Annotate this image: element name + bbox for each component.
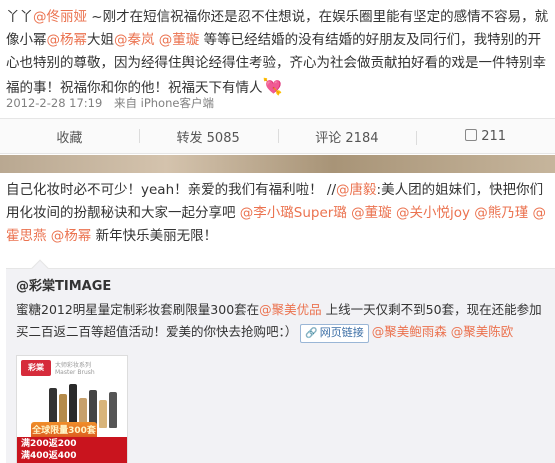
ad-subtitle: 大师彩妆系列 Master Brush bbox=[55, 362, 95, 376]
ad-offer: 满200返200 满400返400 bbox=[17, 437, 127, 463]
link-label: 网页链接 bbox=[319, 326, 364, 339]
like-icon bbox=[465, 128, 478, 141]
text-segment: 自己化妆时必不可少！yeah！亲爱的我们有福利啦！ // bbox=[6, 182, 337, 198]
action-bar: 收藏 转发 5085 评论 2184 211 bbox=[0, 118, 555, 154]
partial-photo bbox=[0, 155, 555, 173]
repost-author[interactable]: @彩棠TIMAGE bbox=[16, 275, 111, 294]
text-segment: 丫丫 bbox=[6, 9, 33, 25]
mention-link[interactable]: @关小悦joy bbox=[396, 205, 470, 221]
weibo-post-2: 自己化妆时必不可少！yeah！亲爱的我们有福利啦！ //@唐毅:美人团的姐妹们，… bbox=[0, 174, 555, 463]
mention-link[interactable]: @佟丽娅 bbox=[33, 9, 87, 25]
text-segment: 新年快乐美丽无限！ bbox=[91, 228, 218, 244]
collect-button[interactable]: 收藏 bbox=[0, 127, 139, 146]
mention-link[interactable]: @杨幂 bbox=[47, 32, 88, 48]
brush-icon bbox=[109, 392, 117, 428]
mention-link[interactable]: @聚美陈欧 bbox=[451, 324, 514, 339]
weibo-post: 丫丫@佟丽娅 ~刚才在短信祝福你还是忍不住想说，在娱乐圈里能有坚定的感情不容易，… bbox=[0, 0, 555, 158]
post-text-2: 自己化妆时必不可少！yeah！亲爱的我们有福利啦！ //@唐毅:美人团的姐妹们，… bbox=[6, 179, 554, 248]
post-text: 丫丫@佟丽娅 ~刚才在短信祝福你还是忍不住想说，在娱乐圈里能有坚定的感情不容易，… bbox=[6, 6, 551, 100]
ad-products bbox=[47, 378, 119, 428]
post-time[interactable]: 2012-2-28 17:19 bbox=[6, 96, 102, 110]
mention-link[interactable]: @熊乃瑾 bbox=[474, 205, 528, 221]
ad-logo: 彩棠 bbox=[21, 360, 51, 376]
text-segment: 蜜糖2012明星量定制彩妆套刷限量300套在 bbox=[16, 302, 260, 317]
mention-link[interactable]: @唐毅 bbox=[336, 182, 377, 198]
repost-button[interactable]: 转发 5085 bbox=[138, 127, 278, 146]
mention-link[interactable]: @杨幂 bbox=[51, 228, 92, 244]
repost-text: 蜜糖2012明星量定制彩妆套刷限量300套在@聚美优品 上线一天仅剩不到50套，… bbox=[16, 299, 551, 343]
reposted-content: @彩棠TIMAGE 蜜糖2012明星量定制彩妆套刷限量300套在@聚美优品 上线… bbox=[6, 259, 555, 463]
post-source[interactable]: 来自 iPhone客户端 bbox=[114, 96, 214, 110]
repost-caret bbox=[31, 259, 49, 277]
brush-icon bbox=[99, 400, 107, 428]
web-link-button[interactable]: 🔗 网页链接 bbox=[300, 324, 369, 343]
mention-link[interactable]: @董璇 bbox=[159, 32, 200, 48]
post-meta: 2012-2-28 17:19 来自 iPhone客户端 bbox=[6, 95, 222, 111]
heart-emoji-icon: 💘 bbox=[262, 77, 283, 96]
mention-link[interactable]: @李小璐Super璐 bbox=[240, 205, 347, 221]
mention-link[interactable]: @聚美优品 bbox=[259, 302, 322, 317]
like-button[interactable]: 211 bbox=[416, 128, 555, 145]
mention-link[interactable]: @聚美鲍雨森 bbox=[372, 324, 451, 339]
mention-link[interactable]: @董璇 bbox=[351, 205, 392, 221]
text-segment: 大姐 bbox=[87, 32, 114, 48]
ad-thumbnail[interactable]: 彩棠 大师彩妆系列 Master Brush 全球限量300套 满200返200… bbox=[16, 355, 128, 463]
link-icon: 🔗 bbox=[305, 328, 318, 339]
mention-link[interactable]: @秦岚 bbox=[114, 32, 155, 48]
comment-button[interactable]: 评论 2184 bbox=[277, 127, 417, 146]
